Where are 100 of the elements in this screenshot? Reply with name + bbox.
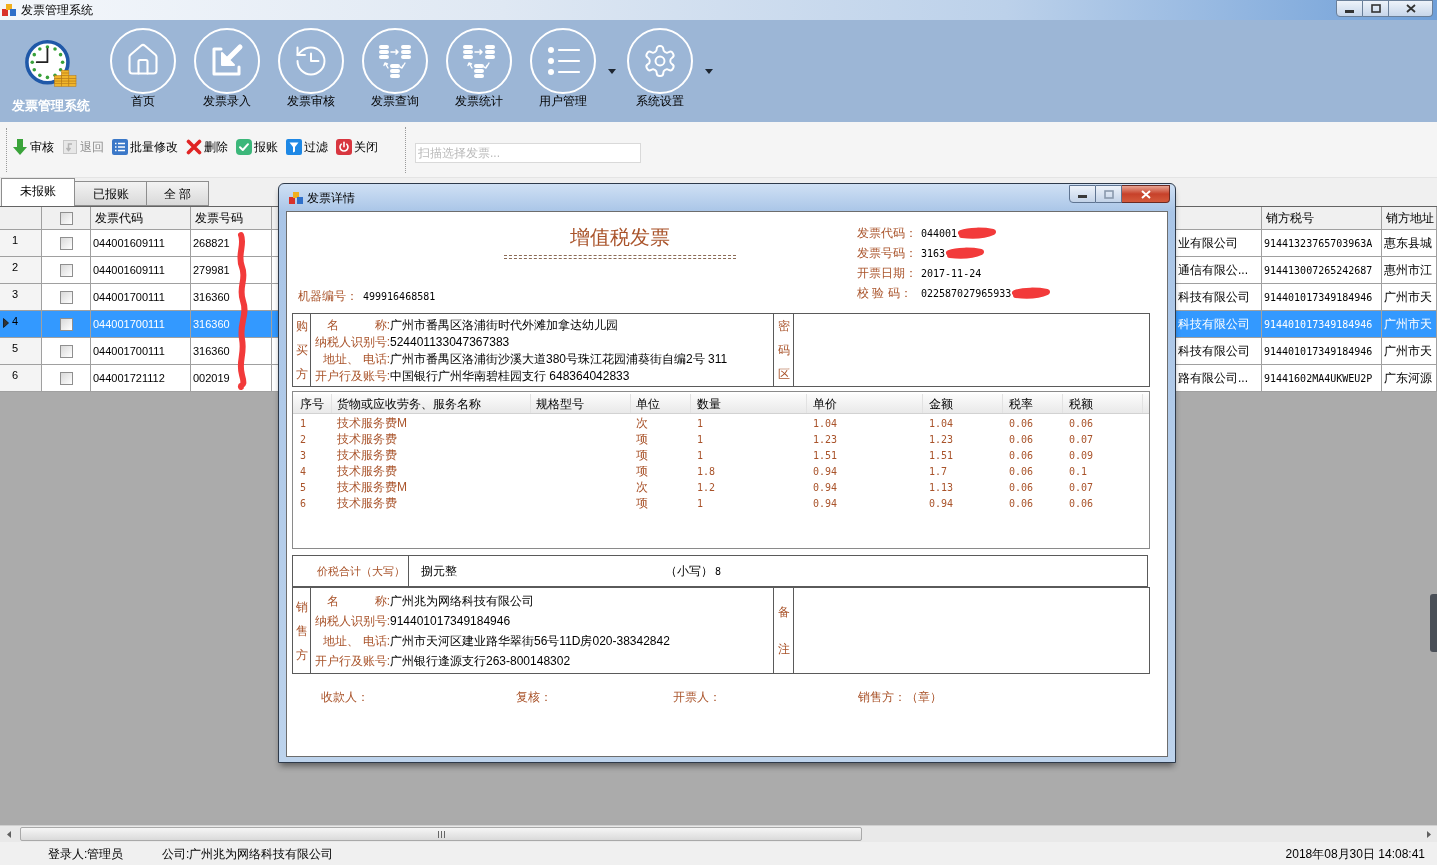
table-cell-text: 0.06 — [1009, 464, 1034, 479]
column-header[interactable]: 数量 — [691, 394, 807, 413]
row-header[interactable]: 2 — [0, 257, 42, 283]
field-value: 2017-11-24 — [921, 266, 982, 281]
field-value: 524401133047367383 — [390, 333, 510, 351]
redaction-scribble — [1011, 287, 1052, 299]
table-cell-text: 1.23 — [929, 432, 954, 447]
close-button[interactable] — [1389, 0, 1433, 17]
scrollbar-thumb[interactable] — [20, 827, 862, 841]
row-header[interactable]: 6 — [0, 365, 42, 391]
column-header[interactable]: 序号 — [293, 394, 332, 413]
minimize-button[interactable] — [1336, 0, 1363, 17]
field-value: 广州市番禺区洛浦街沙溪大道380号珠江花园浦葵街自编2号 311 — [390, 350, 728, 368]
toolbar-button[interactable]: 审核 — [12, 137, 54, 156]
table-cell: 044001721112 — [91, 365, 191, 391]
dialog-title: 发票详情 — [307, 189, 355, 207]
table-cell-text: 3 — [300, 448, 307, 463]
table-cell-text: 技术服务费 — [337, 463, 397, 480]
nav-button[interactable]: 发票统计 — [437, 20, 521, 116]
status-user: 登录人:管理员 — [48, 846, 124, 861]
nav-button[interactable]: 系统设置 — [618, 20, 702, 116]
checkbox[interactable] — [59, 236, 73, 250]
table-cell-text: 0.94 — [813, 496, 838, 511]
checkbox[interactable] — [59, 317, 73, 331]
list-icon — [112, 138, 128, 155]
cross-icon — [186, 138, 202, 155]
minimize-button[interactable] — [1069, 185, 1096, 203]
row-header[interactable]: 1 — [0, 230, 42, 256]
column-header[interactable]: 销方地址 — [1382, 207, 1437, 229]
column-header[interactable]: 货物或应收劳务、服务名称 — [332, 394, 531, 413]
row-number: 4 — [12, 315, 19, 328]
tab[interactable]: 未报账 — [1, 178, 75, 206]
column-header[interactable]: 金额 — [923, 394, 1003, 413]
checkbox[interactable] — [59, 211, 73, 225]
maximize-button[interactable] — [1096, 185, 1122, 203]
checkbox[interactable] — [59, 371, 73, 385]
filter-icon — [286, 138, 302, 155]
table-cell: 广州市天 — [1382, 311, 1437, 337]
nav-button[interactable]: 发票查询 — [353, 20, 437, 116]
table-cell: 044001609111 — [91, 257, 191, 283]
checkbox[interactable] — [59, 290, 73, 304]
home-icon — [110, 28, 176, 94]
caret-icon[interactable] — [607, 68, 616, 74]
side-label: 备注 — [777, 603, 790, 658]
nav-button[interactable]: 发票审核 — [269, 20, 353, 116]
table-cell-text: 技术服务费M — [337, 415, 407, 432]
column-header[interactable]: 发票代码 — [91, 207, 191, 229]
toolbar-button[interactable]: 批量修改 — [112, 137, 178, 156]
table-cell: 002019 — [191, 365, 272, 391]
table-cell-text: 0.94 — [929, 496, 954, 511]
toolbar-button[interactable]: 删除 — [186, 137, 228, 156]
scan-field[interactable]: 扫描选择发票... — [415, 142, 641, 163]
table-cell: 91441602MA4UKWEU2P — [1262, 365, 1382, 391]
column-header[interactable]: 税率 — [1003, 394, 1063, 413]
current-row-icon — [3, 317, 9, 328]
column-header[interactable]: 销方税号 — [1262, 207, 1382, 229]
table-cell-text: 0.09 — [1069, 448, 1094, 463]
field-label: 开户行及账号: — [314, 653, 390, 670]
toolbar-button[interactable]: 关闭 — [336, 137, 378, 156]
tab[interactable]: 全 部 — [146, 181, 209, 206]
tab[interactable]: 已报账 — [74, 181, 147, 206]
column-header[interactable]: 发票号码 — [191, 207, 272, 229]
caret-icon[interactable] — [704, 68, 713, 74]
nav-button[interactable]: 发票录入 — [185, 20, 269, 116]
field-label: 机器编号： — [298, 288, 359, 305]
table-cell: 279981 — [191, 257, 272, 283]
nav-button[interactable]: 首页 — [101, 20, 185, 116]
minimize-icon — [1078, 195, 1087, 198]
clock-history-icon — [278, 28, 344, 94]
invoice-title: 增值税发票 — [570, 225, 670, 250]
side-label: 密码区 — [777, 318, 790, 383]
column-header[interactable]: 单价 — [807, 394, 923, 413]
table-cell-text: 5 — [300, 480, 307, 495]
maximize-button[interactable] — [1363, 0, 1389, 17]
table-cell-text: 0.07 — [1069, 480, 1094, 495]
table-cell-text: 1 — [697, 496, 704, 511]
column-header[interactable]: 规格型号 — [531, 394, 631, 413]
table-cell: 广州市天 — [1382, 338, 1437, 364]
field-label: 发票号码： — [857, 245, 918, 262]
column-header[interactable]: 单位 — [631, 394, 691, 413]
row-number: 5 — [12, 342, 19, 355]
field-value: 3163 — [921, 246, 946, 261]
nav-button[interactable]: 用户管理 — [521, 20, 605, 116]
table-cell-text: 0.06 — [1069, 496, 1094, 511]
signature-label: 复核： — [516, 690, 552, 704]
column-header[interactable]: 税额 — [1063, 394, 1143, 413]
toolbar-button[interactable]: 过滤 — [286, 137, 328, 156]
checkbox[interactable] — [59, 263, 73, 277]
table-cell-text: 0.06 — [1009, 416, 1034, 431]
field-value: 499916468581 — [363, 289, 436, 304]
close-button[interactable] — [1122, 185, 1170, 203]
toolbar-button[interactable]: 报账 — [236, 137, 278, 156]
row-header[interactable]: 3 — [0, 284, 42, 310]
table-cell-text: 技术服务费 — [337, 431, 397, 448]
app-logo-label: 发票管理系统 — [11, 98, 90, 114]
table-cell-text: 项 — [636, 431, 648, 448]
row-header[interactable]: 5 — [0, 338, 42, 364]
row-header[interactable]: 4 — [0, 311, 42, 337]
grip-icon — [437, 830, 445, 838]
checkbox[interactable] — [59, 344, 73, 358]
